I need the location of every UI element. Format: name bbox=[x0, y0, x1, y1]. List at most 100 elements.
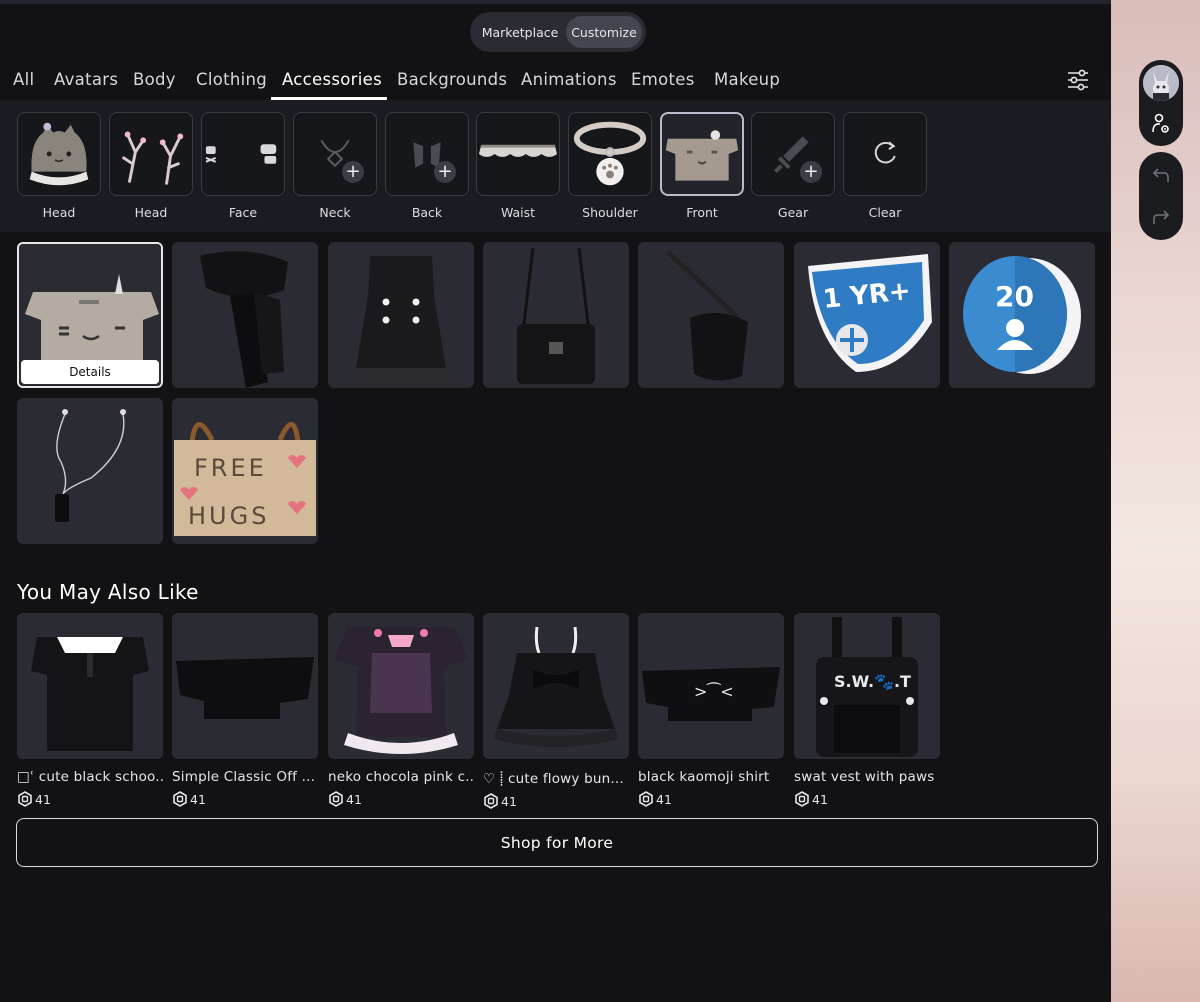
slot-face[interactable]: Face bbox=[201, 112, 285, 220]
accessory-slots-bar: Head Head Face + Neck + Back Waist Shoul… bbox=[0, 100, 1111, 232]
cat-hat-thumbnail bbox=[17, 112, 101, 196]
tab-body[interactable]: Body bbox=[133, 70, 176, 89]
sign-text-line-2: HUGS bbox=[188, 502, 269, 530]
price-value: 41 bbox=[812, 791, 828, 807]
kaomoji-shirt: >⁀< bbox=[638, 613, 784, 759]
inventory-item-black-dress[interactable] bbox=[328, 242, 474, 388]
rec-item[interactable]: neko chocola pink c... 41 bbox=[328, 613, 474, 807]
off-shoulder-top bbox=[172, 613, 318, 759]
slot-label: Head bbox=[42, 205, 76, 220]
clear-button[interactable]: Clear bbox=[843, 112, 927, 220]
history-controls bbox=[1139, 152, 1183, 240]
earphones-mp3 bbox=[55, 409, 126, 522]
cat-top-thumbnail bbox=[660, 112, 744, 196]
slot-label: Front bbox=[686, 205, 718, 220]
slot-back[interactable]: + Back bbox=[385, 112, 469, 220]
rec-item-name: ♡ ⸽ cute flowy bun... bbox=[483, 771, 624, 787]
rec-item[interactable]: Simple Classic Off ... 41 bbox=[172, 613, 318, 807]
redo-icon[interactable] bbox=[1150, 208, 1172, 228]
price-value: 41 bbox=[656, 791, 672, 807]
sliders-icon[interactable] bbox=[1064, 67, 1092, 93]
slot-label: Gear bbox=[777, 205, 809, 220]
inventory-item-black-shoulder-bag[interactable] bbox=[638, 242, 784, 388]
inventory-item-free-hugs-sign[interactable]: FREE HUGS bbox=[172, 398, 318, 544]
rec-item-name: □ʿ cute black schoo... bbox=[17, 769, 163, 785]
slot-label: Back bbox=[411, 205, 443, 220]
price-value: 41 bbox=[35, 791, 51, 807]
rec-item-price: 41 bbox=[172, 791, 318, 807]
tab-avatars[interactable]: Avatars bbox=[54, 70, 118, 89]
black-school-top bbox=[17, 613, 163, 759]
swat-vest: S.W.🐾.T bbox=[794, 613, 940, 759]
slot-head-2[interactable]: Head bbox=[109, 112, 193, 220]
undo-icon[interactable] bbox=[1150, 166, 1172, 186]
price-value: 41 bbox=[501, 793, 517, 809]
avatar-settings-icon[interactable] bbox=[1150, 112, 1172, 136]
slot-label: Clear bbox=[868, 205, 902, 220]
flowy-bunny-top bbox=[483, 613, 629, 759]
rec-item-price: 41 bbox=[794, 791, 940, 807]
free-hugs-sign: FREE HUGS bbox=[174, 422, 316, 536]
ruffle-skirt-thumbnail bbox=[476, 112, 560, 196]
tab-emotes[interactable]: Emotes bbox=[631, 70, 695, 89]
slot-gear[interactable]: + Gear bbox=[751, 112, 835, 220]
rec-item[interactable]: >⁀< black kaomoji shirt 41 bbox=[638, 613, 784, 807]
details-button[interactable]: Details bbox=[21, 360, 159, 384]
rec-item-price: 41 bbox=[328, 791, 474, 807]
badge-text: 20 bbox=[995, 280, 1034, 313]
face-accessories-thumbnail bbox=[201, 112, 285, 196]
robux-icon bbox=[795, 791, 809, 807]
inventory-item-earphones[interactable] bbox=[17, 398, 163, 544]
rec-item-price: 41 bbox=[638, 791, 784, 807]
tab-backgrounds[interactable]: Backgrounds bbox=[397, 70, 507, 89]
inventory-item-cat-crop-top[interactable]: Details bbox=[17, 242, 163, 388]
inventory-item-black-satchel[interactable] bbox=[483, 242, 629, 388]
robux-icon bbox=[639, 791, 653, 807]
avatar-thumbnail[interactable] bbox=[1143, 65, 1179, 101]
slot-label: Head bbox=[134, 205, 168, 220]
inventory-item-black-scarf[interactable] bbox=[172, 242, 318, 388]
robux-icon bbox=[18, 791, 32, 807]
paw-collar-thumbnail bbox=[568, 112, 652, 196]
robux-icon bbox=[484, 793, 498, 809]
add-icon: + bbox=[434, 161, 456, 183]
slot-front[interactable]: Front bbox=[660, 112, 744, 220]
twenty-coin-badge: 20 bbox=[963, 256, 1081, 374]
category-tabs: All Avatars Body Clothing Accessories Ba… bbox=[0, 62, 1111, 100]
inventory-item-one-year-badge[interactable]: 1 YR+ bbox=[794, 242, 940, 388]
rec-item-name: Simple Classic Off ... bbox=[172, 769, 316, 785]
slot-waist[interactable]: Waist bbox=[476, 112, 560, 220]
tab-clothing[interactable]: Clothing bbox=[196, 70, 267, 89]
mode-toggle: Marketplace Customize bbox=[470, 12, 646, 52]
black-shoulder-bag bbox=[666, 250, 748, 381]
rec-item[interactable]: ♡ ⸽ cute flowy bun... 41 bbox=[483, 613, 629, 809]
rec-item[interactable]: □ʿ cute black schoo... 41 bbox=[17, 613, 163, 807]
recommendations-title: You May Also Like bbox=[17, 580, 199, 604]
avatar-preview-panel bbox=[1111, 0, 1200, 1002]
slot-shoulder[interactable]: Shoulder bbox=[568, 112, 652, 220]
slot-label: Waist bbox=[500, 205, 536, 220]
kaomoji-text: >⁀< bbox=[694, 681, 734, 701]
customize-toggle-button[interactable]: Customize bbox=[566, 16, 642, 48]
marketplace-toggle-button[interactable]: Marketplace bbox=[474, 16, 566, 48]
tab-animations[interactable]: Animations bbox=[521, 70, 617, 89]
rec-item[interactable]: S.W.🐾.T swat vest with paws 41 bbox=[794, 613, 940, 807]
avatar-editor: Marketplace Customize All Avatars Body C… bbox=[0, 0, 1200, 1002]
shop-for-more-button[interactable]: Shop for More bbox=[16, 818, 1098, 867]
sword-plus-icon: + bbox=[751, 112, 835, 196]
top-border bbox=[0, 0, 1111, 4]
slot-label: Neck bbox=[319, 205, 351, 220]
necklace-plus-icon: + bbox=[293, 112, 377, 196]
rec-item-price: 41 bbox=[17, 791, 163, 807]
slot-neck[interactable]: + Neck bbox=[293, 112, 377, 220]
vest-text: S.W.🐾.T bbox=[834, 672, 911, 691]
slot-head-1[interactable]: Head bbox=[17, 112, 101, 220]
tab-makeup[interactable]: Makeup bbox=[714, 70, 780, 89]
avatar-controls bbox=[1139, 60, 1183, 146]
add-icon: + bbox=[800, 161, 822, 183]
inventory-item-twenty-coin[interactable]: 20 bbox=[949, 242, 1095, 388]
price-value: 41 bbox=[346, 791, 362, 807]
tab-accessories[interactable]: Accessories bbox=[282, 70, 382, 89]
tab-all[interactable]: All bbox=[13, 70, 34, 89]
branch-antlers-thumbnail bbox=[109, 112, 193, 196]
